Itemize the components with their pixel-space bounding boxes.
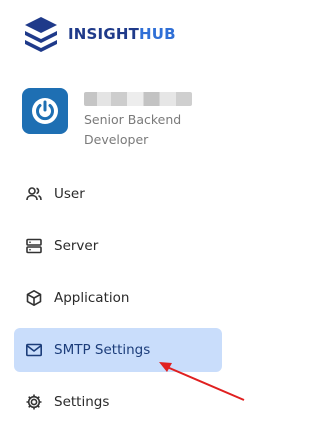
brand-name-part1: INSIGHT [68, 25, 140, 43]
sidebar-item-settings[interactable]: Settings [14, 380, 222, 424]
user-role: Senior Backend Developer [84, 110, 214, 150]
mail-icon [24, 340, 44, 360]
user-role-line2: Developer [84, 132, 149, 147]
stacked-layers-logo [25, 17, 57, 52]
server-icon [24, 236, 44, 256]
sidebar-item-user[interactable]: User [14, 172, 222, 216]
sidebar-item-label: Server [54, 238, 99, 254]
cube-icon [24, 288, 44, 308]
sidebar-item-label: Application [54, 290, 130, 306]
brand-name: INSIGHTHUB [68, 25, 176, 43]
user-name-redacted: redacted [84, 92, 192, 106]
sidebar-item-label: User [54, 186, 85, 202]
sidebar-item-label: Settings [54, 394, 110, 410]
gear-icon [24, 392, 44, 412]
power-icon [32, 98, 58, 124]
sidebar-item-server[interactable]: Server [14, 224, 222, 268]
user-profile[interactable]: redacted Senior Backend Developer [22, 88, 222, 148]
sidebar-item-application[interactable]: Application [14, 276, 222, 320]
avatar[interactable] [22, 88, 68, 134]
user-role-line1: Senior Backend [84, 112, 182, 127]
brand[interactable]: INSIGHTHUB [22, 14, 176, 54]
brand-name-part2: HUB [139, 25, 176, 43]
sidebar-item-label: SMTP Settings [54, 342, 151, 358]
users-icon [24, 184, 44, 204]
sidebar-item-smtp-settings[interactable]: SMTP Settings [14, 328, 222, 372]
